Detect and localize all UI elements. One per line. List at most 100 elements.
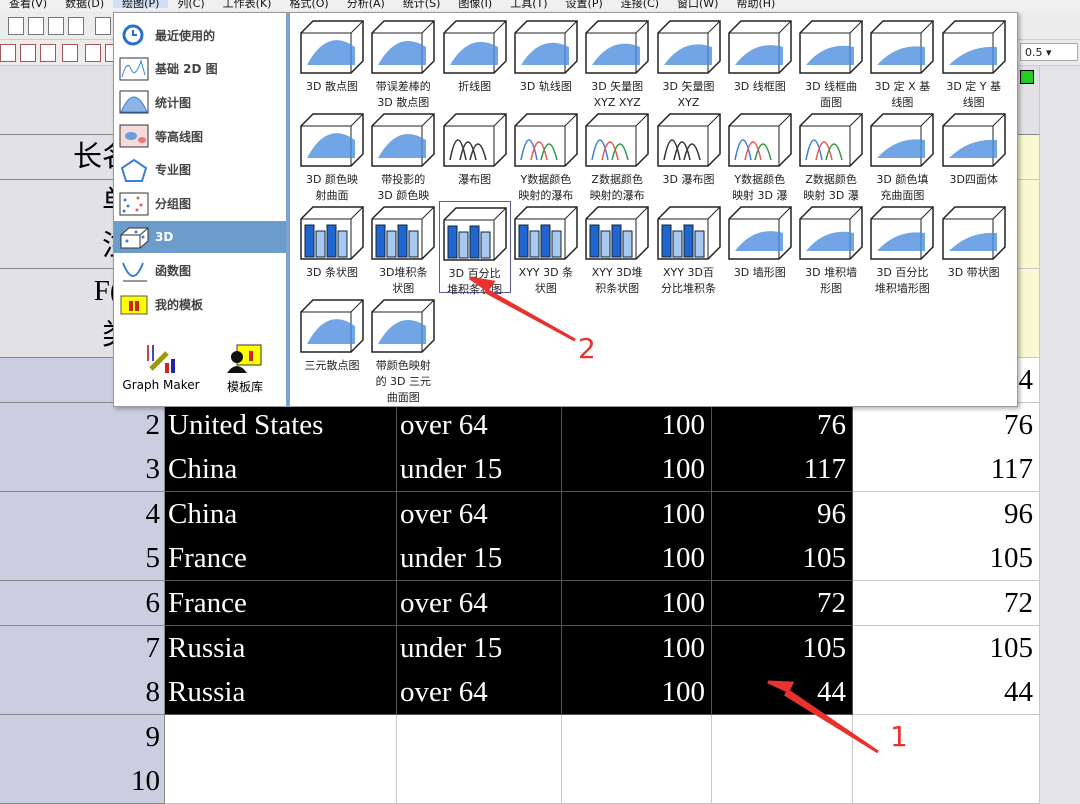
plot-category-template[interactable]: 我的模板: [114, 289, 286, 321]
toolbar-icon[interactable]: [95, 17, 111, 35]
plot-category-histogram[interactable]: 统计图: [114, 86, 286, 118]
plot-type-button[interactable]: Z数据颜色 映射 3D 瀑: [795, 108, 867, 202]
plot-type-button[interactable]: 3D 线框曲 面图: [795, 15, 867, 109]
plot-category-contour[interactable]: 等高线图: [114, 120, 286, 152]
data-cell[interactable]: 96: [853, 491, 1040, 537]
data-cell[interactable]: 100: [562, 402, 712, 448]
plot-type-button[interactable]: 3D 轨线图: [510, 15, 582, 107]
plot-type-button[interactable]: 3D 定 Y 基线图: [938, 15, 1010, 109]
menu-item[interactable]: 查看(V): [0, 0, 56, 9]
data-cell[interactable]: [165, 759, 397, 804]
row-number[interactable]: 10: [0, 759, 165, 804]
toolbar-icon[interactable]: [62, 44, 78, 62]
menu-item[interactable]: 格式(O): [280, 0, 337, 9]
data-cell[interactable]: [397, 714, 562, 760]
row-number[interactable]: 7: [0, 625, 165, 671]
data-cell[interactable]: 117: [853, 447, 1040, 493]
plot-type-button[interactable]: 带误差棒的 3D 散点图: [367, 15, 439, 109]
plot-type-button[interactable]: 3D 堆积墙 形图: [795, 201, 867, 295]
plot-type-button[interactable]: 3D 散点图: [296, 15, 368, 107]
data-cell[interactable]: France: [165, 581, 397, 626]
plot-type-button[interactable]: 3D堆积条 状图: [367, 201, 439, 295]
data-cell[interactable]: 44: [853, 670, 1040, 716]
row-number[interactable]: 6: [0, 581, 165, 626]
data-cell[interactable]: 100: [562, 670, 712, 716]
data-cell[interactable]: [853, 714, 1040, 760]
data-cell[interactable]: [397, 759, 562, 804]
toolbar-icon[interactable]: [28, 17, 44, 35]
data-cell[interactable]: under 15: [397, 536, 562, 582]
menu-item[interactable]: 窗口(W): [668, 0, 727, 9]
plot-type-button[interactable]: 3D 矢量图 XYZ XYZ: [581, 15, 653, 109]
row-number[interactable]: 4: [0, 491, 165, 537]
plot-type-button[interactable]: 3D 百分比 堆积条状图: [438, 201, 511, 296]
menu-item[interactable]: 设置(P): [557, 0, 612, 9]
plot-type-button[interactable]: 带颜色映射的 3D 三元 曲面图: [367, 294, 439, 404]
data-cell[interactable]: 76: [853, 402, 1040, 448]
plot-type-button[interactable]: 3D 线框图: [724, 15, 796, 107]
data-cell[interactable]: 100: [562, 447, 712, 493]
plot-category-radar[interactable]: 专业图: [114, 154, 286, 186]
data-cell[interactable]: [712, 759, 853, 804]
plot-type-button[interactable]: 3D 条状图: [296, 201, 368, 293]
plot-type-button[interactable]: XYY 3D百 分比堆积条: [653, 201, 725, 295]
menu-item[interactable]: 数据(D): [56, 0, 113, 9]
plot-category-function-plot[interactable]: 函数图: [114, 255, 286, 287]
data-cell[interactable]: under 15: [397, 625, 562, 671]
menu-item[interactable]: 绘图(P): [113, 0, 169, 9]
toolbar-icon[interactable]: [68, 17, 84, 35]
plot-type-button[interactable]: 3D 瀑布图: [653, 108, 725, 200]
data-cell[interactable]: China: [165, 491, 397, 537]
data-cell[interactable]: over 64: [397, 402, 562, 448]
data-cell[interactable]: under 15: [397, 447, 562, 493]
value-combo[interactable]: 0.5 ▾: [1020, 43, 1078, 61]
menu-item[interactable]: 统计(S): [394, 0, 450, 9]
plot-type-button[interactable]: XYY 3D 条状图: [510, 201, 582, 295]
data-cell[interactable]: [165, 714, 397, 760]
data-cell[interactable]: 105: [853, 625, 1040, 671]
plot-category-clock[interactable]: 最近使用的: [114, 19, 286, 51]
menu-item[interactable]: 工具(T): [501, 0, 556, 9]
lock-icon[interactable]: [1020, 70, 1034, 84]
plot-type-button[interactable]: 瀑布图: [439, 108, 511, 200]
row-number[interactable]: 9: [0, 714, 165, 760]
data-cell[interactable]: 105: [712, 625, 853, 671]
toolbar-icon[interactable]: [8, 17, 24, 35]
plot-type-button[interactable]: Y数据颜色 映射的瀑布: [510, 108, 582, 202]
toolbar-icon[interactable]: [48, 17, 64, 35]
plot-type-button[interactable]: 3D 矢量图 XYZ: [653, 15, 725, 109]
plot-type-button[interactable]: 带投影的 3D 颜色映: [367, 108, 439, 202]
menu-item[interactable]: 列(C): [168, 0, 213, 9]
menu-item[interactable]: 图像(I): [449, 0, 501, 9]
data-cell[interactable]: 76: [712, 402, 853, 448]
data-cell[interactable]: 105: [853, 536, 1040, 582]
plot-type-button[interactable]: 3D 百分比 堆积墙形图: [866, 201, 938, 295]
menu-item[interactable]: 帮助(H): [727, 0, 784, 9]
menu-item[interactable]: 连接(C): [612, 0, 668, 9]
data-cell[interactable]: 72: [712, 581, 853, 626]
toolbar-icon[interactable]: [20, 44, 36, 62]
data-cell[interactable]: over 64: [397, 670, 562, 716]
template-library-button[interactable]: 模板库: [210, 343, 280, 395]
plot-type-button[interactable]: Z数据颜色 映射的瀑布: [581, 108, 653, 202]
data-cell[interactable]: 100: [562, 625, 712, 671]
plot-type-button[interactable]: 3D 颜色填 充曲面图: [866, 108, 938, 202]
data-cell[interactable]: France: [165, 536, 397, 582]
data-cell[interactable]: 105: [712, 536, 853, 582]
data-cell[interactable]: [712, 714, 853, 760]
data-cell[interactable]: China: [165, 447, 397, 493]
data-cell[interactable]: [562, 714, 712, 760]
data-cell[interactable]: Russia: [165, 625, 397, 671]
row-number[interactable]: 2: [0, 402, 165, 448]
plot-type-button[interactable]: 3D 颜色映 射曲面: [296, 108, 368, 202]
data-cell[interactable]: United States: [165, 402, 397, 448]
data-cell[interactable]: 100: [562, 536, 712, 582]
data-cell[interactable]: over 64: [397, 491, 562, 537]
plot-category-line-2d[interactable]: 基础 2D 图: [114, 53, 286, 85]
plot-type-button[interactable]: 三元散点图: [296, 294, 368, 386]
plot-type-button[interactable]: 3D四面体: [938, 108, 1010, 200]
plot-type-button[interactable]: 折线图: [439, 15, 511, 107]
plot-type-button[interactable]: XYY 3D堆 积条状图: [581, 201, 653, 295]
data-cell[interactable]: 72: [853, 581, 1040, 626]
plot-category-cube-3d[interactable]: 3D: [114, 221, 286, 254]
